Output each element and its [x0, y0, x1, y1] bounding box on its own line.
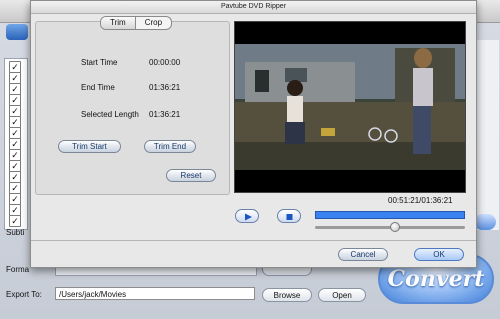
toolbar-button[interactable] — [6, 24, 28, 40]
selected-length-value: 01:36:21 — [149, 110, 181, 119]
video-frame — [235, 22, 465, 192]
stop-button[interactable] — [277, 209, 301, 223]
trim-settings-panel: Start Time 00:00:00 End Time 01:36:21 Se… — [35, 21, 230, 195]
start-time-value: 00:00:00 — [149, 58, 181, 67]
export-path-field[interactable]: /Users/jack/Movies — [55, 287, 255, 300]
start-time-label: Start Time — [81, 58, 118, 67]
tab-trim[interactable]: Trim — [101, 17, 135, 29]
progress-fill — [316, 212, 464, 218]
reset-button[interactable]: Reset — [166, 169, 216, 182]
cancel-button[interactable]: Cancel — [338, 248, 388, 261]
video-preview — [234, 21, 466, 193]
dialog-divider — [31, 240, 476, 241]
end-time-value: 01:36:21 — [149, 83, 181, 92]
format-label: Forma — [6, 265, 30, 274]
dialog-title: Pavtube DVD Ripper — [31, 1, 476, 14]
subtitle-label: Subti — [6, 228, 25, 237]
trim-crop-tabs: Trim Crop — [100, 16, 173, 30]
export-label: Export To: — [6, 290, 42, 299]
right-panel-button[interactable] — [474, 214, 496, 230]
trim-end-button[interactable]: Trim End — [144, 140, 196, 153]
title-checkbox[interactable]: ✓ — [9, 215, 21, 227]
trim-start-button[interactable]: Trim Start — [58, 140, 121, 153]
browse-button[interactable]: Browse — [262, 288, 312, 302]
play-button[interactable] — [235, 209, 259, 223]
open-button[interactable]: Open — [318, 288, 366, 302]
right-panel — [474, 40, 499, 230]
trim-crop-dialog: Pavtube DVD Ripper Start Time 00:00:00 E… — [30, 0, 477, 268]
play-icon — [245, 213, 252, 221]
playback-progress-bar[interactable] — [315, 211, 465, 219]
end-time-label: End Time — [81, 83, 115, 92]
ok-button[interactable]: OK — [414, 248, 464, 261]
tab-crop[interactable]: Crop — [134, 17, 171, 29]
title-list[interactable]: ✓ ✓ ✓ ✓ ✓ ✓ ✓ ✓ ✓ ✓ ✓ ✓ ✓ ✓ ✓ — [4, 58, 28, 230]
volume-slider-thumb[interactable] — [389, 222, 400, 232]
time-readout: 00:51:21/01:36:21 — [388, 196, 453, 205]
selected-length-label: Selected Length — [81, 110, 139, 119]
stop-icon — [286, 214, 293, 220]
